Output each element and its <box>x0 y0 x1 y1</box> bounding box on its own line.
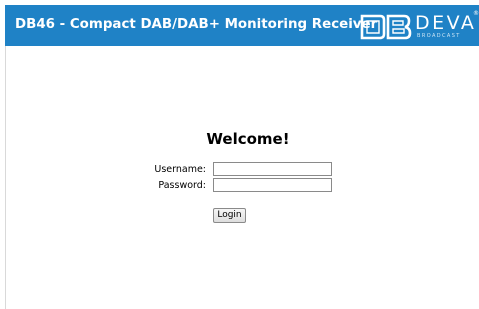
deva-logo-icon <box>360 14 412 40</box>
logo-brand-text: DEVA <box>415 12 477 34</box>
page: DB46 - Compact DAB/DAB+ Monitoring Recei… <box>0 0 479 309</box>
welcome-heading: Welcome! <box>206 130 290 148</box>
page-title: DB46 - Compact DAB/DAB+ Monitoring Recei… <box>15 17 378 32</box>
header-bar: DB46 - Compact DAB/DAB+ Monitoring Recei… <box>5 5 479 46</box>
login-button[interactable]: Login <box>213 208 246 223</box>
password-label: Password: <box>158 180 206 191</box>
login-panel: Welcome! Username: Password: Login <box>5 46 479 309</box>
username-label: Username: <box>154 164 206 175</box>
password-input[interactable] <box>213 178 332 192</box>
logo-trademark: ® <box>473 10 479 17</box>
deva-broadcast-logo: DEVA ® BROADCAST <box>360 10 479 42</box>
logo-subtitle: BROADCAST <box>417 33 461 39</box>
username-input[interactable] <box>213 162 332 176</box>
